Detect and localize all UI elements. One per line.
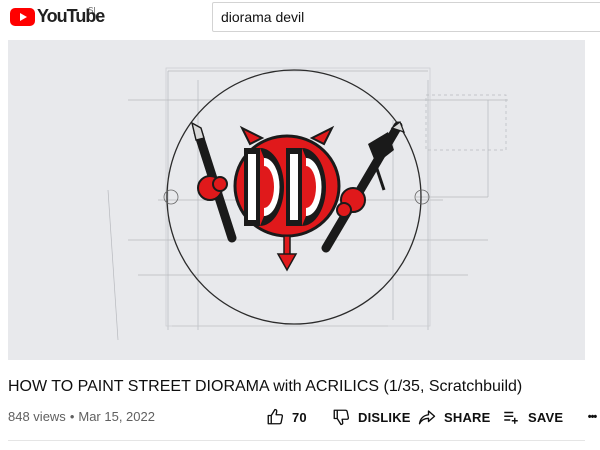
video-title: HOW TO PAINT STREET DIORAMA with ACRILIC… — [8, 378, 523, 395]
share-label: SHARE — [444, 409, 491, 425]
masthead: YouTube SI diorama devil — [0, 0, 600, 40]
save-button[interactable]: SAVE — [502, 408, 582, 426]
thumbs-down-icon — [333, 409, 350, 426]
save-label: SAVE — [528, 409, 564, 425]
share-button[interactable]: SHARE — [418, 408, 502, 426]
video-player[interactable] — [8, 40, 585, 360]
play-icon — [10, 7, 35, 26]
dislike-label: DISLIKE — [358, 409, 411, 425]
view-count: 848 views — [8, 409, 66, 424]
like-button[interactable]: 70 — [266, 408, 332, 426]
region-code: SI — [88, 6, 96, 15]
playlist-add-icon — [504, 411, 518, 424]
search-query: diorama devil — [221, 9, 305, 25]
meta-separator: • — [69, 409, 75, 424]
more-actions-button[interactable]: ••• — [582, 411, 600, 423]
divider — [8, 440, 585, 441]
upload-date: Mar 15, 2022 — [78, 409, 155, 424]
action-bar: 70 DISLIKE SHARE SAVE ••• — [266, 404, 600, 430]
more-icon: ••• — [587, 411, 598, 423]
share-icon — [418, 410, 436, 425]
thumbs-up-icon — [267, 408, 284, 425]
like-count: 70 — [292, 409, 307, 425]
search-input[interactable]: diorama devil — [212, 2, 600, 32]
video-thumbnail — [107, 67, 508, 341]
video-meta: 848 views • Mar 15, 2022 — [8, 409, 155, 424]
dislike-button[interactable]: DISLIKE — [332, 408, 418, 426]
